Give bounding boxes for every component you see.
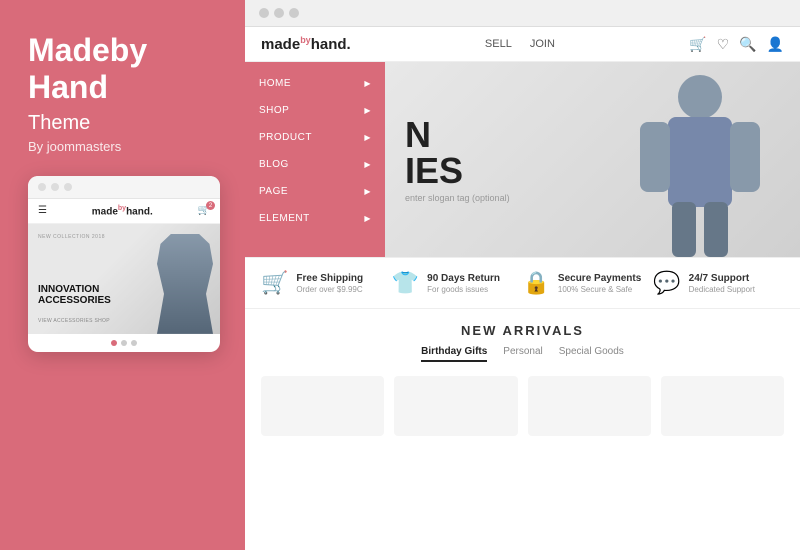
arrivals-tabs: Birthday Gifts Personal Special Goods <box>261 346 784 362</box>
nav-item-home[interactable]: HOME ▶ <box>245 70 385 97</box>
mini-cart-icon: 🛒2 <box>198 205 210 216</box>
new-arrivals-section: NEW ARRIVALS Birthday Gifts Personal Spe… <box>245 309 800 368</box>
support-icon: 💬 <box>653 270 680 296</box>
nav-item-page[interactable]: PAGE ▶ <box>245 178 385 205</box>
hero-text: N IES enter slogan tag (optional) <box>405 117 510 203</box>
theme-author: By joommasters <box>28 139 121 154</box>
payments-desc: 100% Secure & Safe <box>558 285 641 294</box>
mini-headline-line1: INNOVATION <box>38 284 111 295</box>
chrome-dot-3 <box>289 8 299 18</box>
nav-arrow-page: ▶ <box>364 187 371 196</box>
product-card-3[interactable] <box>528 376 651 436</box>
mini-nav-dot-1[interactable] <box>111 340 117 346</box>
feature-support: 💬 24/7 Support Dedicated Support <box>653 270 784 296</box>
nav-sell[interactable]: SELL <box>485 38 512 50</box>
tab-special-goods[interactable]: Special Goods <box>559 346 624 362</box>
site-header: madebyhand. SELL JOIN 🛒 ♡ 🔍 👤 <box>245 27 800 62</box>
return-desc: For goods issues <box>427 285 500 294</box>
hero-headline: N IES <box>405 117 510 189</box>
mini-browser-bar <box>28 176 220 199</box>
feature-return: 👕 90 Days Return For goods issues <box>392 270 523 296</box>
feature-payments: 🔒 Secure Payments 100% Secure & Safe <box>523 270 654 296</box>
features-strip: 🛒 Free Shipping Order over $9.99C 👕 90 D… <box>245 257 800 309</box>
nav-item-element[interactable]: ELEMENT ▶ <box>245 205 385 232</box>
mini-dot-1 <box>38 183 46 191</box>
mini-headline: INNOVATION ACCESSORIES <box>38 284 111 306</box>
user-icon[interactable]: 👤 <box>767 36 784 53</box>
mini-hero-figure <box>150 234 220 334</box>
theme-subtitle: Theme <box>28 112 90 135</box>
browser-chrome <box>245 0 800 27</box>
search-icon[interactable]: 🔍 <box>739 36 756 53</box>
support-desc: Dedicated Support <box>689 285 755 294</box>
feature-return-text: 90 Days Return For goods issues <box>427 273 500 294</box>
hero-section: HOME ▶ SHOP ▶ PRODUCT ▶ BLOG ▶ PAGE ▶ <box>245 62 800 257</box>
nav-arrow-blog: ▶ <box>364 160 371 169</box>
mini-headline-line2: ACCESSORIES <box>38 295 111 306</box>
nav-join[interactable]: JOIN <box>530 38 555 50</box>
tab-personal[interactable]: Personal <box>503 346 542 362</box>
feature-support-text: 24/7 Support Dedicated Support <box>689 273 755 294</box>
support-title: 24/7 Support <box>689 273 755 284</box>
left-panel: Madeby Hand Theme By joommasters ☰ madeb… <box>0 0 245 550</box>
mini-content: ☰ madebyhand. 🛒2 NEW COLLECTION 2018 INN… <box>28 199 220 352</box>
feature-shipping-text: Free Shipping Order over $9.99C <box>296 273 363 294</box>
nav-arrow-shop: ▶ <box>364 106 371 115</box>
nav-arrow-home: ▶ <box>364 79 371 88</box>
mini-hero-image: NEW COLLECTION 2018 INNOVATION ACCESSORI… <box>28 224 220 334</box>
cart-icon[interactable]: 🛒 <box>689 36 706 53</box>
nav-arrow-element: ▶ <box>364 214 371 223</box>
return-title: 90 Days Return <box>427 273 500 284</box>
chrome-dot-2 <box>274 8 284 18</box>
mini-logo: madebyhand. <box>92 205 153 217</box>
site-icons: 🛒 ♡ 🔍 👤 <box>689 36 784 53</box>
mini-browser-mockup: ☰ madebyhand. 🛒2 NEW COLLECTION 2018 INN… <box>28 176 220 352</box>
hero-figure-svg <box>600 62 800 257</box>
payments-title: Secure Payments <box>558 273 641 284</box>
mini-cta: VIEW ACCESSORIES SHOP <box>38 318 110 324</box>
product-card-2[interactable] <box>394 376 517 436</box>
new-arrivals-title: NEW ARRIVALS <box>261 323 784 338</box>
mini-cart-badge: 2 <box>206 201 215 210</box>
hero-figure <box>600 62 800 257</box>
hero-sub: enter slogan tag (optional) <box>405 193 510 203</box>
product-card-1[interactable] <box>261 376 384 436</box>
nav-item-product[interactable]: PRODUCT ▶ <box>245 124 385 151</box>
nav-item-blog[interactable]: BLOG ▶ <box>245 151 385 178</box>
feature-payments-text: Secure Payments 100% Secure & Safe <box>558 273 641 294</box>
mini-collection-label: NEW COLLECTION 2018 <box>38 234 105 240</box>
mini-dot-2 <box>51 183 59 191</box>
hero-image: N IES enter slogan tag (optional) <box>385 62 800 257</box>
shipping-desc: Order over $9.99C <box>296 285 363 294</box>
mini-nav-dot-2[interactable] <box>121 340 127 346</box>
chrome-dot-1 <box>259 8 269 18</box>
mini-nav-dots <box>28 334 220 352</box>
mini-site-header: ☰ madebyhand. 🛒2 <box>28 199 220 224</box>
nav-item-shop[interactable]: SHOP ▶ <box>245 97 385 124</box>
mini-dot-3 <box>64 183 72 191</box>
wishlist-icon[interactable]: ♡ <box>717 36 730 53</box>
site-nav: SELL JOIN <box>485 38 555 50</box>
tab-birthday-gifts[interactable]: Birthday Gifts <box>421 346 487 362</box>
product-card-4[interactable] <box>661 376 784 436</box>
shipping-icon: 🛒 <box>261 270 288 296</box>
website-content: madebyhand. SELL JOIN 🛒 ♡ 🔍 👤 HOME ▶ <box>245 27 800 550</box>
theme-title: Madeby Hand <box>28 32 217 106</box>
shipping-title: Free Shipping <box>296 273 363 284</box>
feature-free-shipping: 🛒 Free Shipping Order over $9.99C <box>261 270 392 296</box>
right-panel: madebyhand. SELL JOIN 🛒 ♡ 🔍 👤 HOME ▶ <box>245 0 800 550</box>
mini-nav-dot-3[interactable] <box>131 340 137 346</box>
mini-hamburger-icon: ☰ <box>38 205 47 216</box>
nav-arrow-product: ▶ <box>364 133 371 142</box>
hero-line2: IES <box>405 150 463 191</box>
nav-sidebar: HOME ▶ SHOP ▶ PRODUCT ▶ BLOG ▶ PAGE ▶ <box>245 62 385 257</box>
return-icon: 👕 <box>392 270 419 296</box>
site-logo: madebyhand. <box>261 35 351 53</box>
products-row <box>245 368 800 436</box>
hero-line1: N <box>405 114 431 155</box>
payments-icon: 🔒 <box>523 270 550 296</box>
